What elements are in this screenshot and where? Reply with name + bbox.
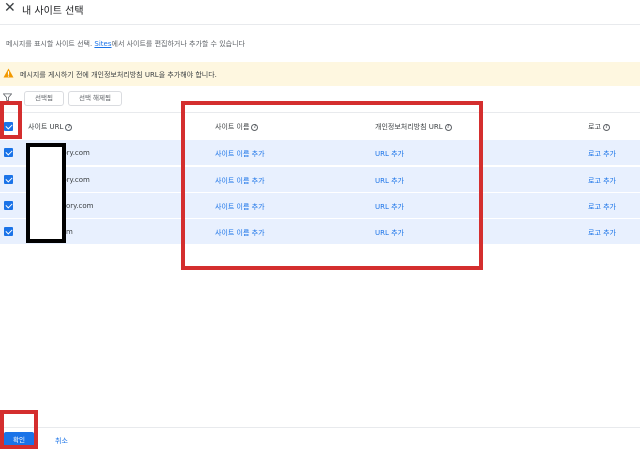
row-checkbox[interactable] [4, 227, 13, 236]
cancel-button[interactable]: 취소 [55, 436, 68, 446]
help-icon[interactable]: ? [65, 123, 73, 131]
column-header-label: 로고 [588, 123, 601, 131]
warning-icon [3, 68, 14, 78]
description: 메시지를 표시할 사이트 선택. Sites에서 사이트를 편집하거나 추가할 … [6, 39, 245, 49]
divider [0, 24, 640, 25]
row-checkbox[interactable] [4, 175, 13, 184]
warning-text: 메시지를 게시하기 전에 개인정보처리방침 URL을 추가해야 합니다. [20, 71, 217, 79]
divider [0, 427, 640, 428]
column-header-label: 사이트 URL [28, 123, 64, 131]
close-icon[interactable]: ✕ [4, 1, 16, 15]
dialog-header: ✕ 내 사이트 선택 [0, 0, 640, 22]
site-url: m [66, 228, 73, 236]
add-logo-link[interactable]: 로고 추가 [588, 149, 616, 159]
add-logo-link[interactable]: 로고 추가 [588, 228, 616, 238]
row-checkbox[interactable] [4, 148, 13, 157]
row-checkbox[interactable] [4, 201, 13, 210]
description-text-end: 에서 사이트를 편집하거나 추가할 수 있습니다 [111, 40, 246, 48]
dialog-title: 내 사이트 선택 [22, 6, 84, 17]
selected-filter-chip[interactable]: 선택됨 [24, 91, 64, 106]
deselected-filter-chip[interactable]: 선택 해제됨 [68, 91, 122, 106]
description-text: 메시지를 표시할 사이트 선택. [6, 40, 95, 48]
column-header-logo: 로고? [588, 122, 610, 132]
site-url: ory.com [66, 202, 94, 210]
annotation-highlight-confirm [0, 410, 38, 449]
add-logo-link[interactable]: 로고 추가 [588, 202, 616, 212]
redaction-box [26, 143, 66, 243]
help-icon[interactable]: ? [602, 123, 610, 131]
sites-link[interactable]: Sites [94, 40, 111, 48]
add-logo-link[interactable]: 로고 추가 [588, 176, 616, 186]
column-header-site-url: 사이트 URL? [28, 122, 73, 132]
annotation-highlight-columns [181, 101, 483, 270]
warning-banner: 메시지를 게시하기 전에 개인정보처리방침 URL을 추가해야 합니다. [0, 62, 640, 86]
annotation-highlight-select-all [0, 101, 22, 139]
